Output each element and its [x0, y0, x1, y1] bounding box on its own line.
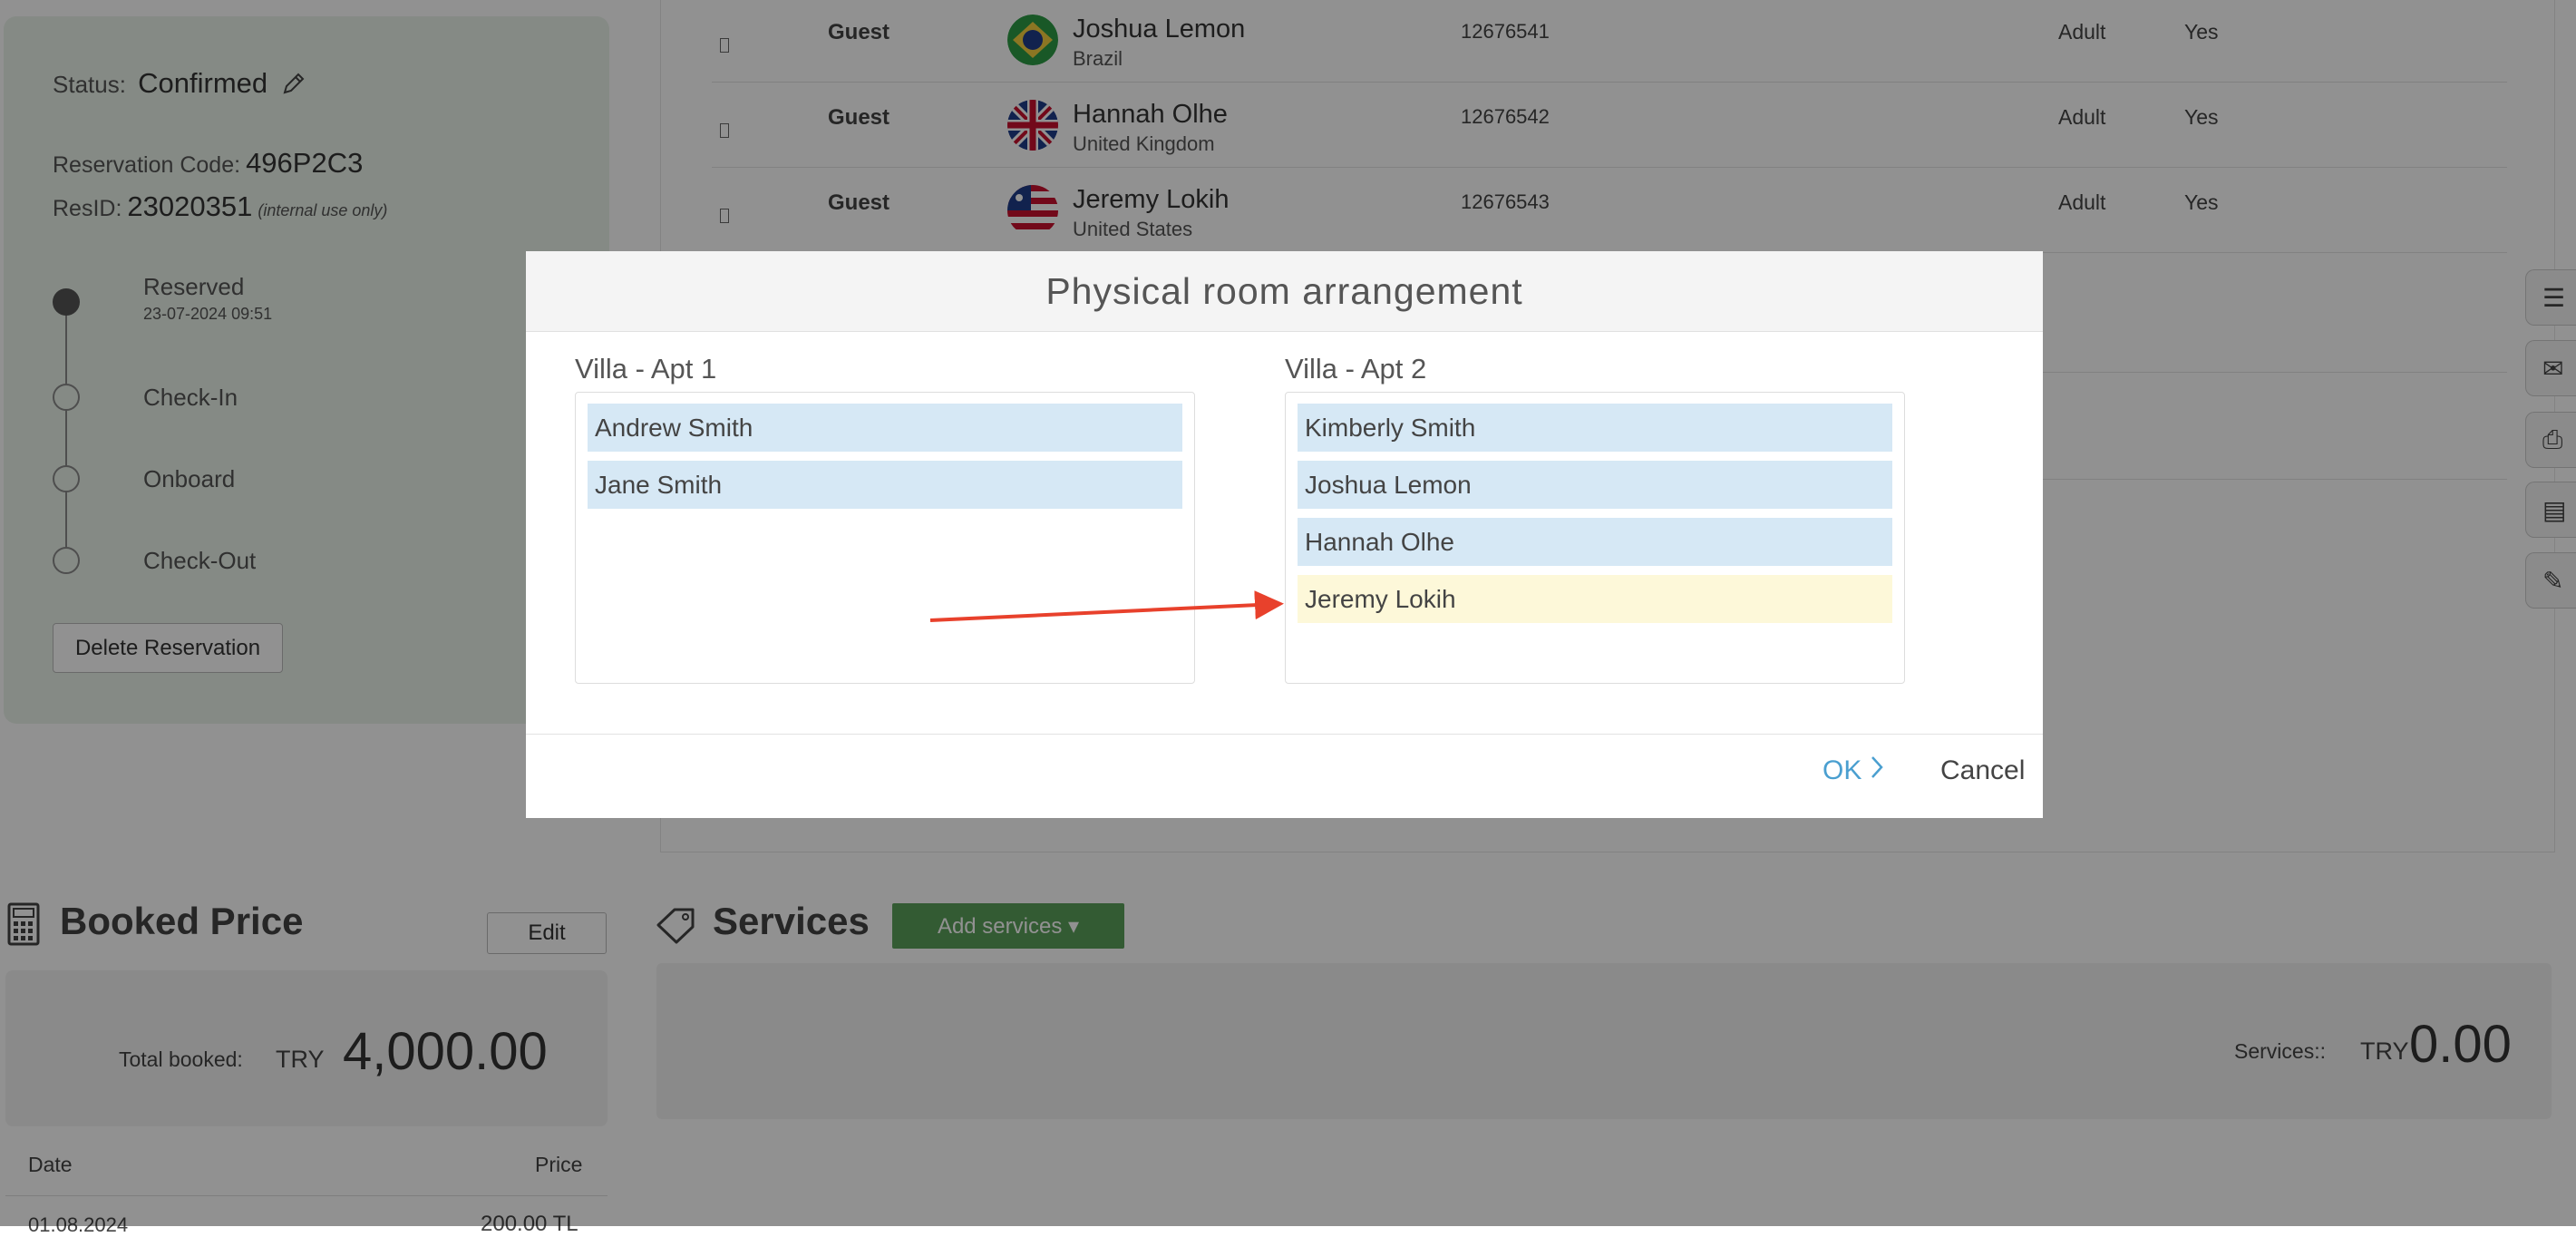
dialog-footer-divider — [526, 734, 2043, 735]
chevron-right-icon — [1871, 755, 1884, 786]
ok-button[interactable]: OK — [1823, 755, 1884, 786]
cancel-button[interactable]: Cancel — [1940, 755, 2025, 786]
ok-label: OK — [1823, 755, 1862, 785]
room-arrangement-dialog: Physical room arrangement Villa - Apt 1 … — [526, 251, 2043, 818]
